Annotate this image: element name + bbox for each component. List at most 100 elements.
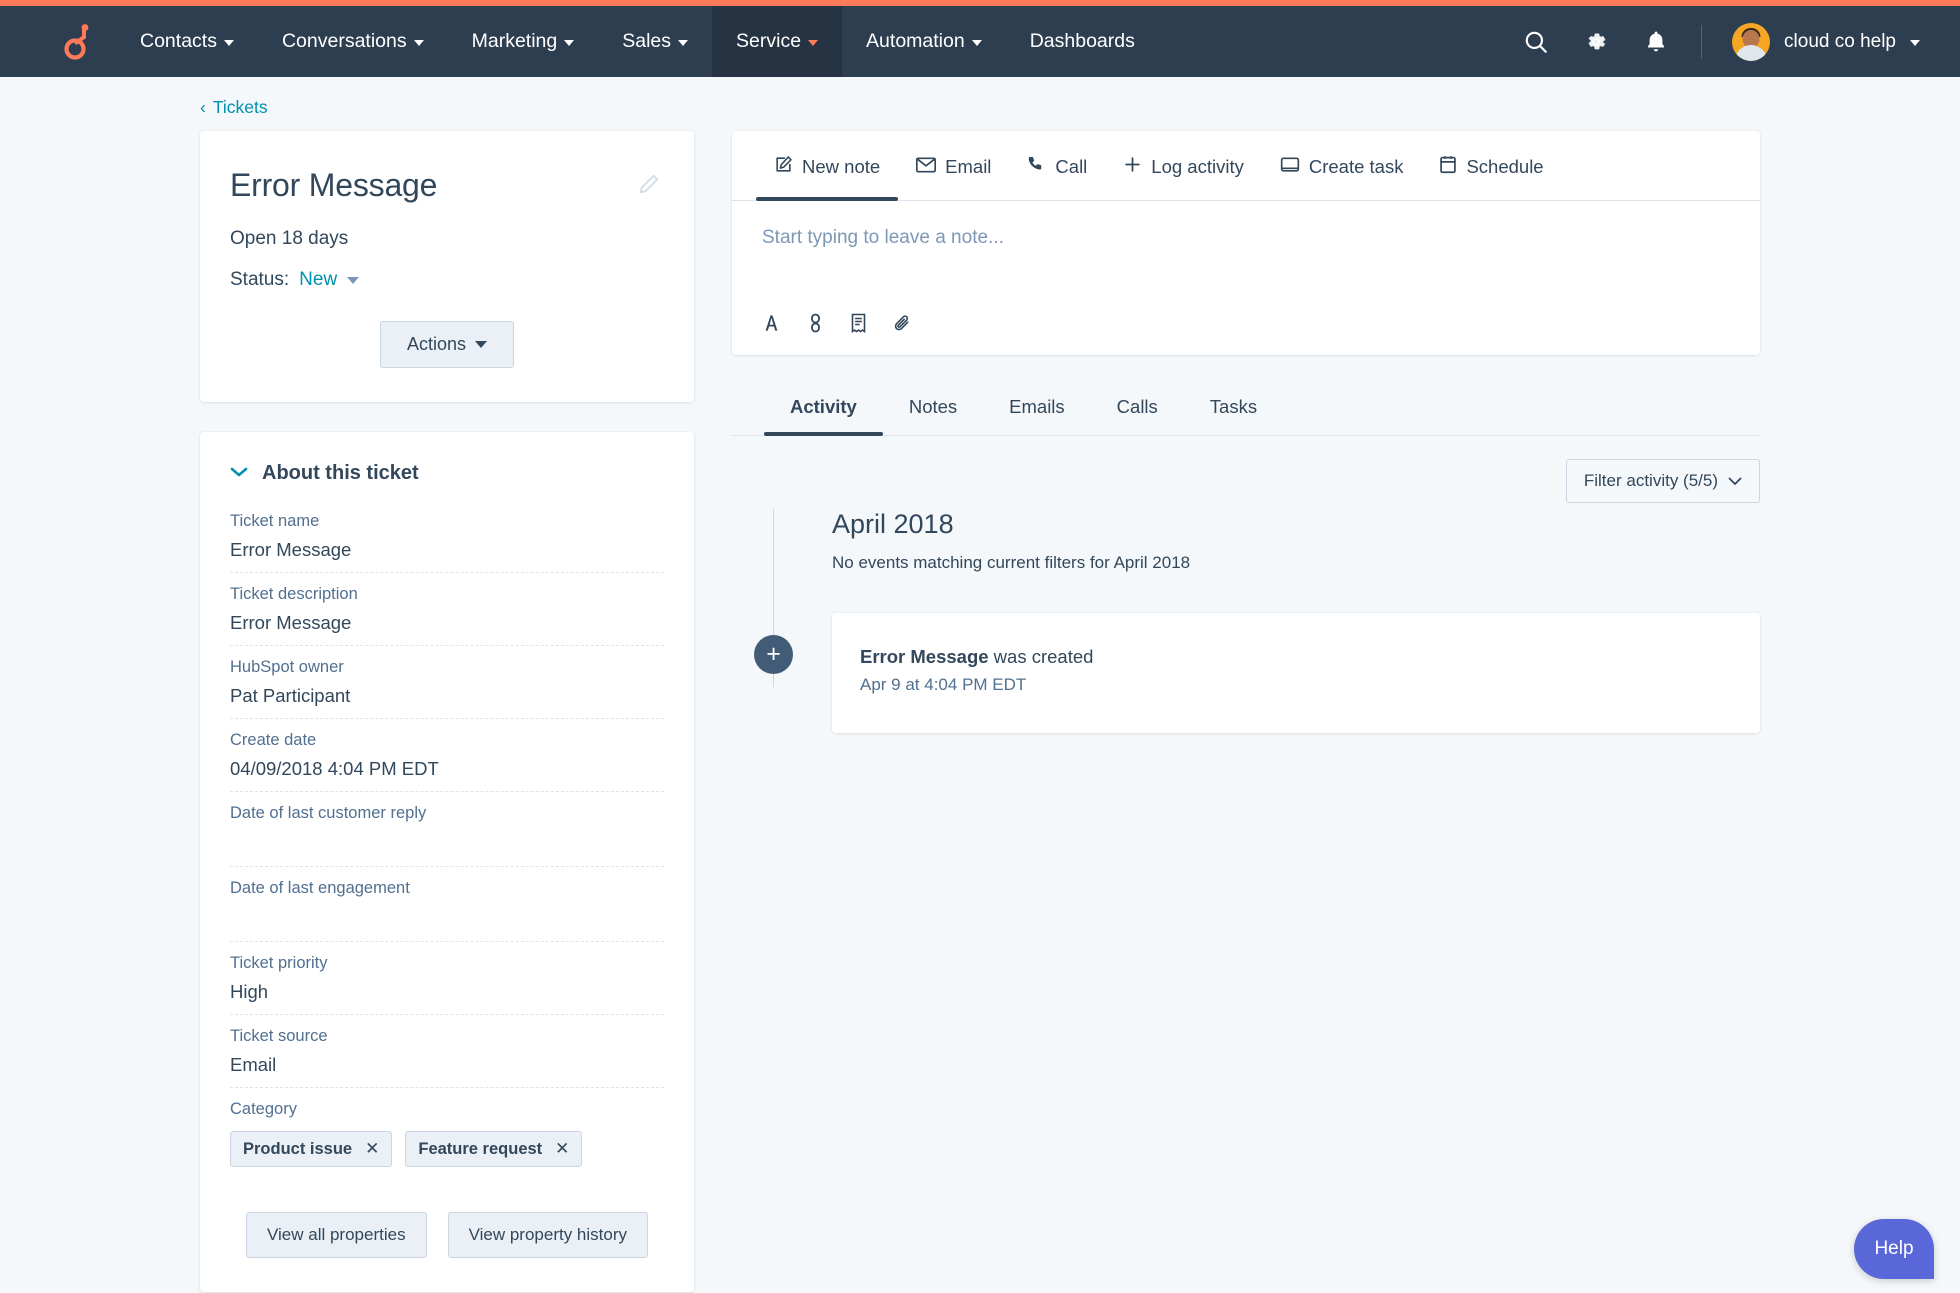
property-label: Date of last customer reply <box>230 804 427 822</box>
phone-icon <box>1027 155 1046 179</box>
nav-label: Contacts <box>140 30 217 52</box>
composer-tabs: New note Email Call Log activity Create … <box>732 131 1760 201</box>
tab-schedule[interactable]: Schedule <box>1421 131 1561 200</box>
tab-log-activity[interactable]: Log activity <box>1105 131 1262 200</box>
chevron-down-icon <box>1728 477 1742 485</box>
category-tag[interactable]: Feature request ✕ <box>405 1131 583 1167</box>
tab-tasks[interactable]: Tasks <box>1184 382 1283 435</box>
property-value: Email <box>230 1054 277 1075</box>
category-tag-label: Product issue <box>243 1139 353 1158</box>
property-row-category[interactable]: Category Product issue ✕ Feature request… <box>230 1100 664 1176</box>
primary-nav-items: Contacts Conversations Marketing Sales S… <box>116 6 1159 77</box>
nav-item-conversations[interactable]: Conversations <box>258 6 448 77</box>
timeline-empty-message: No events matching current filters for A… <box>832 553 1191 572</box>
main-content: Error Message Open 18 days Status: New A… <box>200 131 1760 1293</box>
view-all-properties-button[interactable]: View all properties <box>245 1212 427 1258</box>
chevron-down-icon <box>971 40 982 46</box>
nav-item-marketing[interactable]: Marketing <box>448 6 599 77</box>
calendar-icon <box>1439 155 1457 179</box>
chevron-down-icon <box>230 465 248 483</box>
search-icon[interactable] <box>1521 27 1551 57</box>
tab-emails[interactable]: Emails <box>983 382 1091 435</box>
chevron-down-icon <box>564 40 575 46</box>
font-icon[interactable] <box>762 313 781 333</box>
filter-activity-button[interactable]: Filter activity (5/5) <box>1565 459 1760 503</box>
ticket-header-card: Error Message Open 18 days Status: New A… <box>200 131 694 402</box>
nav-item-dashboards[interactable]: Dashboards <box>1006 6 1159 77</box>
breadcrumb-tickets[interactable]: ‹ Tickets <box>200 77 268 131</box>
template-icon[interactable] <box>850 313 867 333</box>
event-timestamp: Apr 9 at 4:04 PM EDT <box>860 675 1027 694</box>
nav-item-service[interactable]: Service <box>712 6 843 77</box>
tab-label: Schedule <box>1466 156 1544 177</box>
gear-icon[interactable] <box>1581 27 1611 57</box>
property-row[interactable]: Ticket description Error Message <box>230 585 664 646</box>
view-property-history-button[interactable]: View property history <box>447 1212 648 1258</box>
property-label: HubSpot owner <box>230 658 344 676</box>
property-row[interactable]: Ticket source Email <box>230 1027 664 1088</box>
tab-create-task[interactable]: Create task <box>1262 132 1422 200</box>
activity-tabs: Activity Notes Emails Calls Tasks <box>732 382 1760 436</box>
nav-label: Service <box>736 30 802 52</box>
user-menu[interactable]: cloud co help <box>1732 22 1920 61</box>
status-badge[interactable]: New <box>299 269 337 291</box>
chevron-down-icon <box>1910 40 1920 46</box>
page-title: Error Message <box>230 167 438 203</box>
property-value <box>230 906 664 932</box>
actions-button-label: Actions <box>406 334 467 354</box>
back-arrow-icon: ‹ <box>200 97 206 117</box>
property-label: Ticket priority <box>230 954 328 972</box>
nav-label: Dashboards <box>1029 30 1135 52</box>
note-input[interactable]: Start typing to leave a note... <box>732 201 1760 313</box>
pencil-icon[interactable] <box>638 173 660 200</box>
timeline-add-node[interactable]: + <box>754 635 793 674</box>
status-label: Status: <box>230 269 290 290</box>
tab-calls[interactable]: Calls <box>1091 382 1184 435</box>
tab-label: Create task <box>1308 156 1404 177</box>
property-row[interactable]: Ticket priority High <box>230 954 664 1015</box>
link-icon[interactable] <box>807 313 824 333</box>
property-row[interactable]: Date of last engagement <box>230 879 664 942</box>
breadcrumb-label: Tickets <box>212 97 268 117</box>
property-row[interactable]: Create date 04/09/2018 4:04 PM EDT <box>230 731 664 792</box>
nav-label: Sales <box>622 30 672 52</box>
nav-divider <box>1701 24 1703 59</box>
property-row[interactable]: Date of last customer reply <box>230 804 664 867</box>
top-navigation-bar: Contacts Conversations Marketing Sales S… <box>0 6 1960 77</box>
help-button[interactable]: Help <box>1854 1219 1934 1279</box>
chevron-down-icon <box>475 341 488 348</box>
chevron-down-icon[interactable] <box>347 276 360 284</box>
chevron-down-icon <box>413 40 424 46</box>
property-row[interactable]: Ticket name Error Message <box>230 512 664 573</box>
hubspot-logo-icon <box>64 23 89 60</box>
bell-icon[interactable] <box>1641 27 1671 57</box>
nav-item-sales[interactable]: Sales <box>598 6 712 77</box>
property-row[interactable]: HubSpot owner Pat Participant <box>230 658 664 719</box>
nav-item-automation[interactable]: Automation <box>842 6 1006 77</box>
attachment-icon[interactable] <box>893 313 912 333</box>
activity-timeline: April 2018 No events matching current fi… <box>732 509 1760 733</box>
property-label: Ticket source <box>230 1027 328 1045</box>
about-section-header[interactable]: About this ticket <box>230 462 664 485</box>
tab-call[interactable]: Call <box>1009 131 1105 200</box>
tab-email[interactable]: Email <box>898 132 1009 199</box>
plus-icon <box>1123 155 1142 179</box>
nav-label: Marketing <box>471 30 558 52</box>
composer-toolbar <box>732 313 1760 355</box>
tab-label: Emails <box>1009 396 1065 417</box>
nav-item-contacts[interactable]: Contacts <box>116 6 258 77</box>
hubspot-logo[interactable] <box>0 6 116 77</box>
tab-activity[interactable]: Activity <box>764 382 883 436</box>
tab-new-note[interactable]: New note <box>756 131 899 201</box>
right-column: New note Email Call Log activity Create … <box>732 131 1760 733</box>
property-actions: View all properties View property histor… <box>230 1212 664 1258</box>
close-icon[interactable]: ✕ <box>555 1139 569 1159</box>
timeline-event-card[interactable]: Error Message was created Apr 9 at 4:04 … <box>832 613 1760 733</box>
property-value: Pat Participant <box>230 685 351 706</box>
tab-notes[interactable]: Notes <box>883 382 983 435</box>
category-tag[interactable]: Product issue ✕ <box>230 1131 393 1167</box>
event-subject: Error Message <box>860 646 989 667</box>
tab-label: Email <box>945 156 992 177</box>
close-icon[interactable]: ✕ <box>365 1139 379 1159</box>
actions-button[interactable]: Actions <box>379 321 515 368</box>
